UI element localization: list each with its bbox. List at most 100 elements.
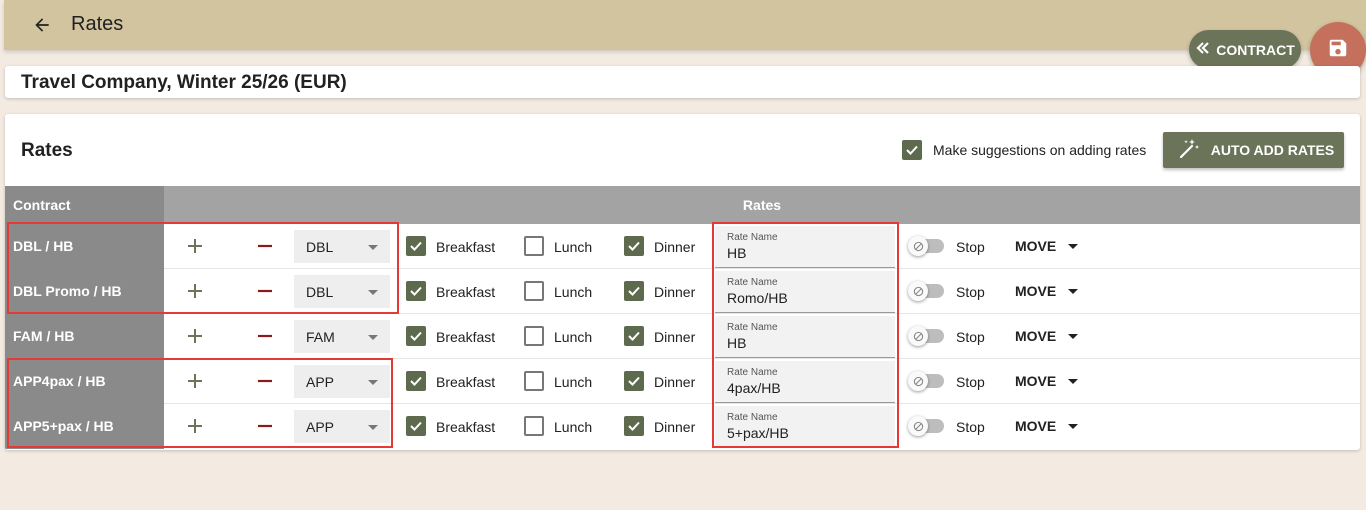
rate-name-value: HB <box>727 245 747 261</box>
lunch-checkbox[interactable] <box>524 281 544 301</box>
dropdown-caret-icon <box>368 380 378 385</box>
contract-header-card: Travel Company, Winter 25/26 (EUR) <box>5 66 1360 98</box>
rate-row: APP5+pax / HB APP Breakfast Lunch Dinner… <box>5 404 1360 449</box>
dinner-checkbox[interactable] <box>624 281 644 301</box>
rates-card: Rates Make suggestions on adding rates A… <box>5 114 1360 450</box>
stop-label: Stop <box>956 239 985 255</box>
lunch-checkbox[interactable] <box>524 416 544 436</box>
stop-label: Stop <box>956 284 985 300</box>
column-header-contract: Contract <box>5 186 164 224</box>
lunch-checkbox[interactable] <box>524 236 544 256</box>
dinner-checkbox[interactable] <box>624 371 644 391</box>
dropdown-caret-icon <box>1068 288 1079 294</box>
remove-icon[interactable] <box>253 414 277 438</box>
dinner-label: Dinner <box>654 374 696 390</box>
lunch-label: Lunch <box>554 284 593 300</box>
rate-name-label: Rate Name <box>727 232 778 243</box>
room-type-value: FAM <box>306 329 335 345</box>
stop-toggle[interactable] <box>908 281 944 301</box>
rate-name-field[interactable]: Rate Name HB <box>715 316 895 358</box>
contract-name: DBL / HB <box>5 224 164 269</box>
move-label: MOVE <box>1015 283 1057 299</box>
checkmark-icon <box>906 145 918 155</box>
lunch-label: Lunch <box>554 239 593 255</box>
rate-name-field[interactable]: Rate Name Romo/HB <box>715 271 895 313</box>
rate-name-field[interactable]: Rate Name 5+pax/HB <box>715 406 895 448</box>
dropdown-caret-icon <box>368 245 378 250</box>
dinner-label: Dinner <box>654 284 696 300</box>
rate-name-label: Rate Name <box>727 277 778 288</box>
auto-add-rates-button[interactable]: AUTO ADD RATES <box>1163 132 1344 168</box>
room-type-value: APP <box>306 374 335 390</box>
lunch-label: Lunch <box>554 374 593 390</box>
remove-icon[interactable] <box>253 324 277 348</box>
move-menu-button[interactable]: MOVE <box>1013 277 1087 305</box>
dropdown-caret-icon <box>368 290 378 295</box>
magic-wand-icon <box>1177 137 1201 164</box>
rate-name-value: HB <box>727 335 747 351</box>
add-icon[interactable] <box>183 324 207 348</box>
move-menu-button[interactable]: MOVE <box>1013 412 1087 440</box>
room-type-value: APP <box>306 419 335 435</box>
rate-name-label: Rate Name <box>727 322 778 333</box>
table-header: Contract Rates <box>5 186 1360 224</box>
room-type-select[interactable]: DBL <box>294 230 390 263</box>
back-arrow-icon[interactable] <box>28 11 56 39</box>
add-icon[interactable] <box>183 414 207 438</box>
add-icon[interactable] <box>183 234 207 258</box>
rate-row: DBL Promo / HB DBL Breakfast Lunch Dinne… <box>5 269 1360 314</box>
rate-name-value: 4pax/HB <box>727 380 781 396</box>
breakfast-checkbox[interactable] <box>406 371 426 391</box>
suggestions-checkbox[interactable] <box>902 140 922 160</box>
lunch-checkbox[interactable] <box>524 371 544 391</box>
dinner-checkbox[interactable] <box>624 236 644 256</box>
move-menu-button[interactable]: MOVE <box>1013 322 1087 350</box>
contract-name: DBL Promo / HB <box>5 269 164 314</box>
room-type-select[interactable]: APP <box>294 410 390 443</box>
contract-name: FAM / HB <box>5 314 164 359</box>
room-type-select[interactable]: DBL <box>294 275 390 308</box>
add-icon[interactable] <box>183 369 207 393</box>
stop-toggle[interactable] <box>908 371 944 391</box>
dinner-label: Dinner <box>654 329 696 345</box>
lunch-label: Lunch <box>554 329 593 345</box>
dinner-checkbox[interactable] <box>624 326 644 346</box>
dinner-checkbox[interactable] <box>624 416 644 436</box>
breakfast-label: Breakfast <box>436 329 496 345</box>
breakfast-checkbox[interactable] <box>406 326 426 346</box>
move-label: MOVE <box>1015 238 1057 254</box>
move-menu-button[interactable]: MOVE <box>1013 232 1087 260</box>
block-icon <box>908 236 928 256</box>
rate-name-field[interactable]: Rate Name HB <box>715 226 895 268</box>
rates-table-body: DBL / HB DBL Breakfast Lunch Dinner Rate… <box>5 224 1360 449</box>
add-icon[interactable] <box>183 279 207 303</box>
move-menu-button[interactable]: MOVE <box>1013 367 1087 395</box>
stop-toggle[interactable] <box>908 326 944 346</box>
remove-icon[interactable] <box>253 279 277 303</box>
breakfast-checkbox[interactable] <box>406 416 426 436</box>
rates-section-title: Rates <box>21 140 73 161</box>
top-app-bar: Rates <box>4 0 1366 50</box>
stop-label: Stop <box>956 419 985 435</box>
block-icon <box>908 281 928 301</box>
stop-toggle[interactable] <box>908 236 944 256</box>
rate-row: FAM / HB FAM Breakfast Lunch Dinner Rate… <box>5 314 1360 359</box>
room-type-select[interactable]: FAM <box>294 320 390 353</box>
stop-toggle[interactable] <box>908 416 944 436</box>
breakfast-label: Breakfast <box>436 284 496 300</box>
contract-button[interactable]: CONTRACT <box>1189 30 1301 69</box>
double-chevron-left-icon <box>1195 40 1211 59</box>
dropdown-caret-icon <box>368 425 378 430</box>
breakfast-label: Breakfast <box>436 419 496 435</box>
dropdown-caret-icon <box>1068 378 1079 384</box>
column-header-rates: Rates <box>742 197 782 213</box>
breakfast-checkbox[interactable] <box>406 236 426 256</box>
breakfast-checkbox[interactable] <box>406 281 426 301</box>
remove-icon[interactable] <box>253 234 277 258</box>
room-type-select[interactable]: APP <box>294 365 390 398</box>
rate-name-value: 5+pax/HB <box>727 425 789 441</box>
lunch-checkbox[interactable] <box>524 326 544 346</box>
remove-icon[interactable] <box>253 369 277 393</box>
contract-name: APP4pax / HB <box>5 359 164 404</box>
rate-name-field[interactable]: Rate Name 4pax/HB <box>715 361 895 403</box>
